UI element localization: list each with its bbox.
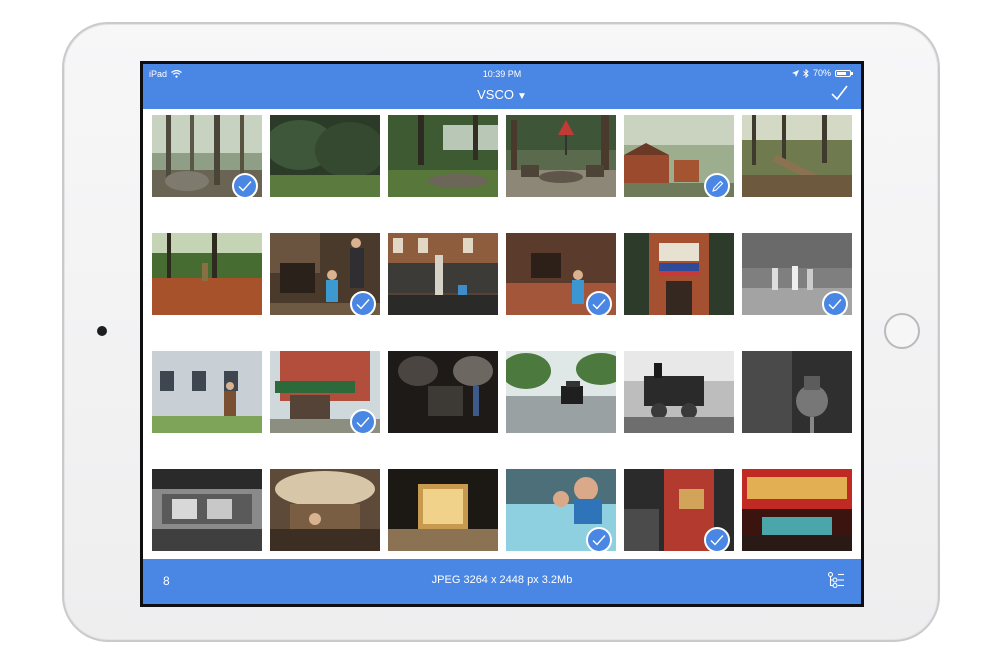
selected-check-badge[interactable] bbox=[232, 173, 258, 199]
selected-check-badge[interactable] bbox=[822, 291, 848, 317]
selected-check-badge[interactable] bbox=[350, 291, 376, 317]
photo-thumbnail[interactable] bbox=[388, 469, 498, 551]
photo-thumbnail[interactable] bbox=[270, 469, 380, 551]
photo-thumbnail[interactable] bbox=[270, 115, 380, 197]
photo-thumbnail[interactable] bbox=[742, 115, 852, 197]
edit-badge[interactable] bbox=[704, 173, 730, 199]
photo-thumbnail[interactable] bbox=[506, 115, 616, 197]
battery-icon bbox=[835, 69, 853, 77]
album-title: VSCO bbox=[477, 87, 514, 102]
adjustments-icon[interactable] bbox=[827, 571, 845, 589]
pencil-icon bbox=[711, 180, 723, 192]
photo-thumbnail[interactable] bbox=[742, 469, 852, 551]
checkmark-icon bbox=[710, 535, 724, 546]
photo-grid bbox=[143, 109, 861, 559]
photo-thumbnail[interactable] bbox=[152, 233, 262, 315]
top-bar: iPad 10:39 PM 70% VSCO ▼ bbox=[143, 64, 861, 109]
photo-thumbnail[interactable] bbox=[624, 351, 734, 433]
bluetooth-icon bbox=[803, 68, 809, 78]
battery-percent: 70% bbox=[812, 68, 831, 78]
photo-thumbnail[interactable] bbox=[506, 351, 616, 433]
selected-check-badge[interactable] bbox=[586, 291, 612, 317]
checkmark-icon bbox=[238, 181, 252, 192]
file-info: JPEG 3264 x 2448 px 3.2Mb bbox=[431, 574, 573, 586]
bottom-bar: 8 JPEG 3264 x 2448 px 3.2Mb bbox=[143, 559, 861, 604]
checkmark-icon bbox=[356, 299, 370, 310]
status-right: 70% bbox=[791, 68, 853, 78]
chevron-down-icon: ▼ bbox=[516, 91, 527, 102]
checkmark-icon bbox=[592, 299, 606, 310]
selected-check-badge[interactable] bbox=[704, 527, 730, 553]
photo-thumbnail[interactable] bbox=[388, 115, 498, 197]
checkmark-icon[interactable] bbox=[829, 83, 849, 103]
photo-thumbnail[interactable] bbox=[742, 351, 852, 433]
photo-thumbnail[interactable] bbox=[624, 233, 734, 315]
checkmark-icon bbox=[828, 299, 842, 310]
album-selector[interactable]: VSCO ▼ bbox=[143, 87, 861, 102]
checkmark-icon bbox=[592, 535, 606, 546]
photo-thumbnail[interactable] bbox=[388, 351, 498, 433]
photo-thumbnail[interactable] bbox=[388, 233, 498, 315]
selected-check-badge[interactable] bbox=[350, 409, 376, 435]
photo-thumbnail[interactable] bbox=[152, 351, 262, 433]
screen: iPad 10:39 PM 70% VSCO ▼ 8 JPEG 3264 x 2… bbox=[140, 61, 864, 607]
location-arrow-icon bbox=[791, 69, 799, 77]
home-button[interactable] bbox=[884, 313, 920, 349]
front-camera bbox=[97, 326, 107, 336]
selected-check-badge[interactable] bbox=[586, 527, 612, 553]
status-time: 10:39 PM bbox=[482, 69, 522, 79]
checkmark-icon bbox=[356, 417, 370, 428]
photo-thumbnail[interactable] bbox=[152, 469, 262, 551]
